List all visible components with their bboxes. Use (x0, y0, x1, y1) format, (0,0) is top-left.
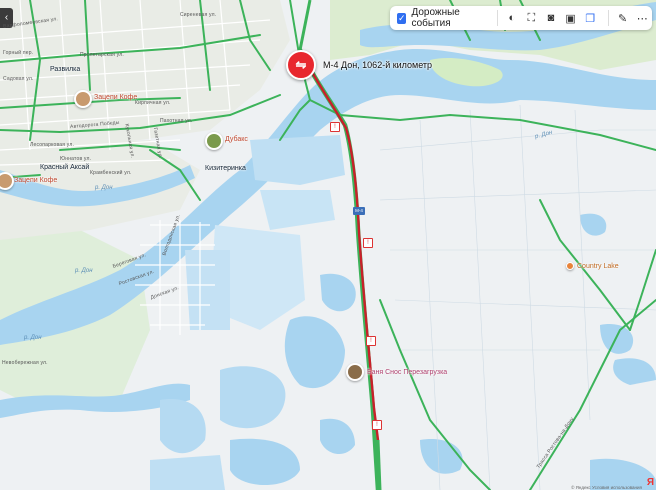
incident-callout[interactable]: ⇋ М-4 Дон, 1062-й километр (286, 50, 432, 80)
street-label: Кирпичная ул. (135, 100, 171, 106)
poi-label[interactable]: Зацепи Кофе (94, 94, 137, 101)
hazard-icon[interactable]: ! (330, 122, 340, 132)
street-label: Невобережная ул. (2, 360, 48, 366)
more-icon[interactable]: ⋯ (634, 9, 650, 27)
street-label: Пролетарская ул. (80, 52, 124, 58)
map-toolbar: ✓ Дорожные события ◐ ⛶ ◙ ▣ ❐ ✎ ⋯ (390, 6, 652, 30)
incident-title: М-4 Дон, 1062-й километр (323, 60, 433, 70)
river-label: р. Дон (75, 268, 93, 274)
street-label: Сиреневая ул. (180, 12, 217, 18)
cafe-icon[interactable] (74, 90, 92, 108)
hazard-icon[interactable]: ! (372, 420, 382, 430)
street-label: Юннатов ул. (60, 156, 92, 162)
roadwork-icon[interactable]: ⇋ (286, 50, 316, 80)
place-label: Развилка (50, 66, 81, 73)
traffic-events-toggle[interactable]: ✓ Дорожные события (390, 6, 489, 30)
street-label: Крамбенский ул. (90, 170, 132, 176)
camera-icon[interactable]: ◙ (543, 9, 559, 27)
panorama-icon[interactable]: ⛶ (524, 9, 540, 27)
toolbar-divider (497, 10, 498, 26)
traffic-events-label: Дорожные события (411, 7, 460, 29)
street-label: Лесопарковая ул. (30, 142, 75, 148)
layers-icon[interactable]: ❐ (582, 9, 598, 27)
poi-label[interactable]: Баня Снос Перезагрузка (367, 369, 447, 376)
hazard-icon[interactable]: ! (366, 336, 376, 346)
street-label: Горный пер. (3, 50, 34, 56)
poi-label[interactable]: Дубакс (225, 136, 248, 143)
hazard-icon[interactable]: ! (363, 238, 373, 248)
ruler-icon[interactable]: ✎ (615, 9, 631, 27)
map-attribution[interactable]: © Яндекс Условия использования (571, 485, 642, 490)
highway-shield: М-4 (353, 207, 365, 215)
place-label: Красный Аксай (40, 164, 90, 171)
river-label: р. Дон (24, 335, 42, 341)
street-label: Садовая ул. (3, 76, 34, 82)
poi-photo-icon[interactable] (205, 132, 223, 150)
river-label: р. Дон (95, 185, 113, 191)
traffic-layer-icon[interactable]: ◐ (504, 9, 520, 27)
checkbox-checked-icon: ✓ (397, 12, 407, 24)
street-label: Пахотная ул. (160, 118, 193, 124)
yandex-logo: Я (646, 477, 654, 488)
toolbar-divider (607, 10, 609, 26)
recreation-icon[interactable] (566, 262, 574, 270)
poi-label[interactable]: Country Lake (577, 263, 619, 270)
sauna-icon[interactable] (346, 363, 364, 381)
place-label: Кизитеринка (205, 165, 246, 172)
transport-icon[interactable]: ▣ (563, 9, 579, 27)
poi-label[interactable]: Зацепи Кофе (14, 177, 57, 184)
